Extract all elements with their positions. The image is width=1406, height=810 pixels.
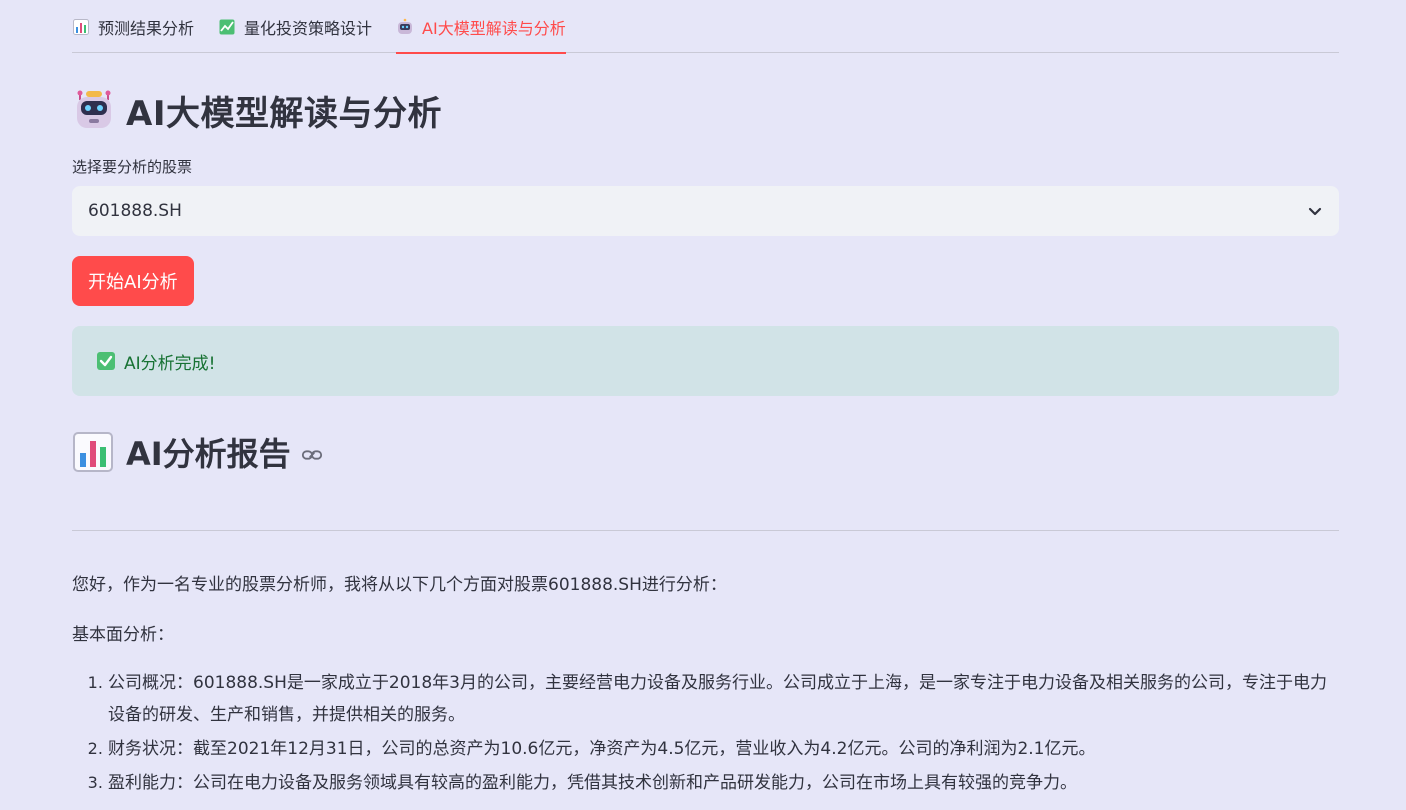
list-item: 盈利能力：公司在电力设备及服务领域具有较高的盈利能力，凭借其技术创新和产品研发能… xyxy=(108,767,1339,799)
tab-quant-strategy[interactable]: 量化投资策略设计 xyxy=(218,0,372,52)
link-icon[interactable] xyxy=(301,444,323,466)
bar-chart-icon xyxy=(73,432,113,472)
bar-chart-icon xyxy=(72,18,90,36)
report-title: AI分析报告 xyxy=(126,435,291,473)
tab-label: 预测结果分析 xyxy=(98,19,195,38)
robot-icon xyxy=(77,90,111,128)
tab-ai-analysis[interactable]: AI大模型解读与分析 xyxy=(396,0,566,54)
list-item: 财务状况：截至2021年12月31日，公司的总资产为10.6亿元，净资产为4.5… xyxy=(108,733,1339,765)
main-container: 预测结果分析 量化投资策略设计 AI大模型解读与分析 AI大模型解读与分析 选择… xyxy=(72,0,1339,801)
report-section-heading: 基本面分析： xyxy=(72,625,174,645)
stock-select-value: 601888.SH xyxy=(88,201,182,221)
chevron-down-icon xyxy=(1308,207,1322,216)
report-list: 公司概况：601888.SH是一家成立于2018年3月的公司，主要经营电力设备及… xyxy=(72,667,1339,799)
tab-label: AI大模型解读与分析 xyxy=(422,19,566,38)
check-icon xyxy=(97,352,115,370)
report-intro: 您好，作为一名专业的股票分析师，我将从以下几个方面对股票601888.SH进行分… xyxy=(72,575,727,595)
start-ai-analysis-button[interactable]: 开始AI分析 xyxy=(72,256,194,306)
trend-chart-icon xyxy=(218,18,236,36)
success-message: AI分析完成! xyxy=(124,353,216,374)
tab-prediction-analysis[interactable]: 预测结果分析 xyxy=(72,0,194,52)
page-title-row: AI大模型解读与分析 xyxy=(72,88,1339,134)
divider xyxy=(72,530,1339,531)
report-title-row: AI分析报告 xyxy=(72,430,1339,474)
tab-label: 量化投资策略设计 xyxy=(244,19,373,38)
robot-icon xyxy=(396,18,414,36)
tab-bar: 预测结果分析 量化投资策略设计 AI大模型解读与分析 xyxy=(72,0,1339,54)
stock-select[interactable]: 601888.SH xyxy=(72,186,1339,236)
stock-select-label: 选择要分析的股票 xyxy=(72,158,193,176)
list-item: 公司概况：601888.SH是一家成立于2018年3月的公司，主要经营电力设备及… xyxy=(108,667,1339,731)
page-title: AI大模型解读与分析 xyxy=(126,93,442,134)
success-alert: AI分析完成! xyxy=(72,326,1339,396)
